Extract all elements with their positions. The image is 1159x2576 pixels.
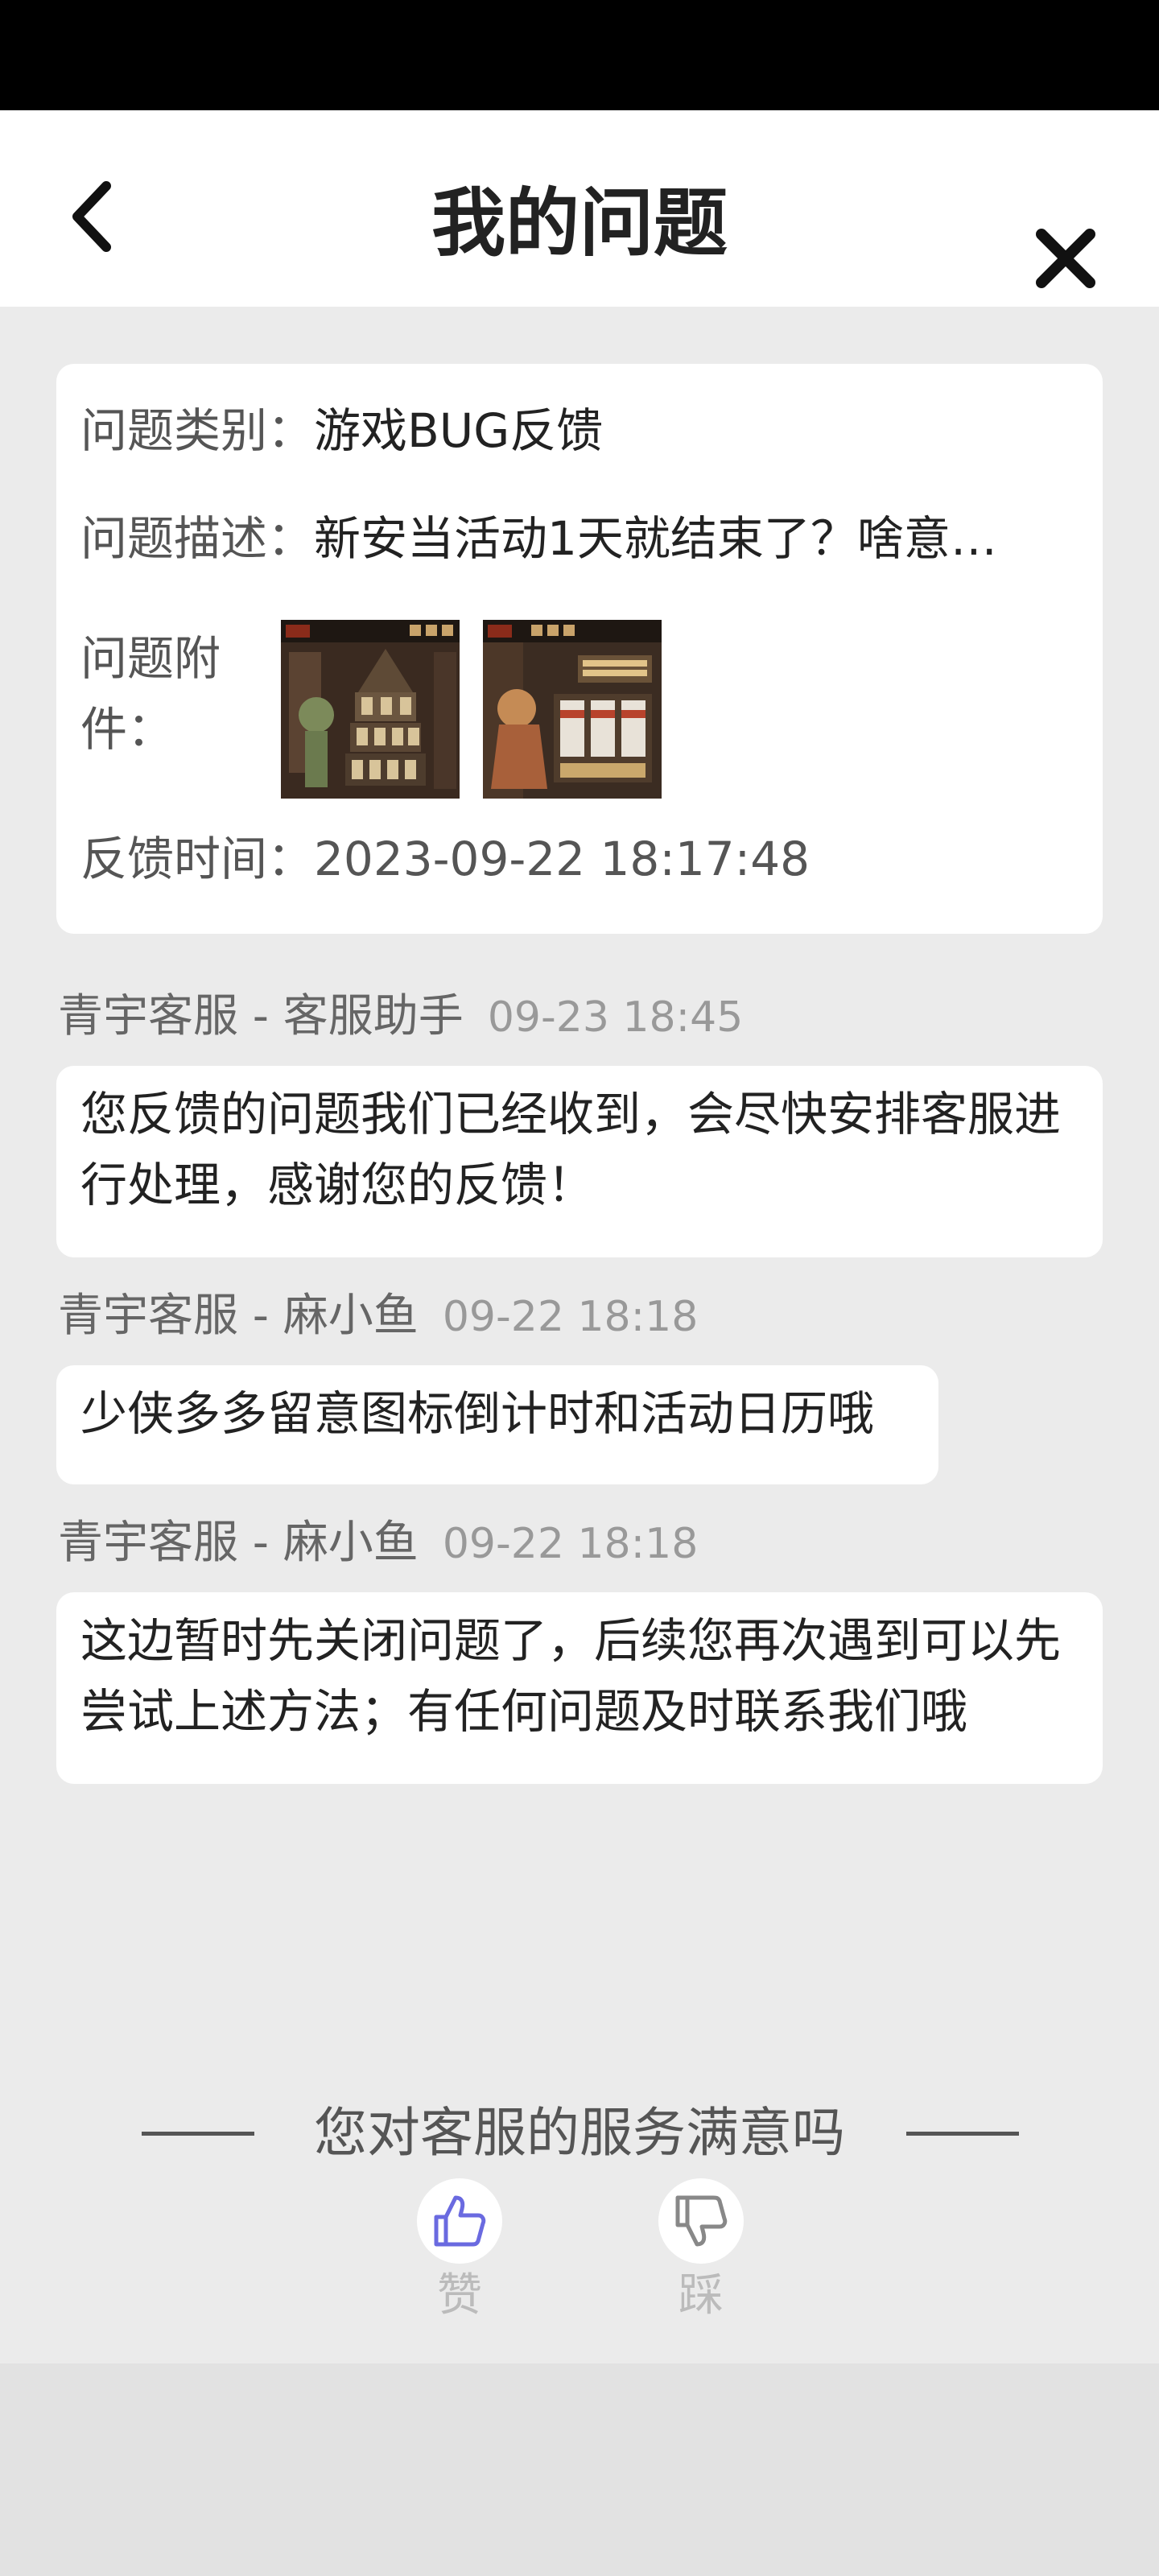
time-row: 反馈时间：2023-09-22 18:17:48 — [80, 831, 810, 887]
message-text: 少侠多多留意图标倒计时和活动日历哦 — [80, 1386, 875, 1441]
message-meta: 青宇客服 - 麻小鱼 09-22 18:18 — [58, 1288, 698, 1345]
message-text: 您反馈的问题我们已经收到，会尽快安排客服进行处理，感谢您的反馈！ — [80, 1087, 1062, 1212]
dislike-label: 踩 — [678, 2269, 724, 2322]
thumbs-up-icon — [434, 2195, 486, 2247]
category-label: 问题类别： — [80, 403, 315, 458]
message-bubble: 您反馈的问题我们已经收到，会尽快安排客服进行处理，感谢您的反馈！ — [56, 1066, 1103, 1257]
status-bar — [0, 0, 1159, 110]
issue-card: 问题类别：游戏BUG反馈 问题描述：新安当活动1天就结束了？啥意… 问题附件： — [56, 364, 1103, 934]
time-label: 反馈时间： — [80, 832, 315, 886]
dislike-button[interactable] — [658, 2178, 744, 2264]
satisfaction-survey: 您对客服的服务满意吗 — [0, 2093, 1159, 2174]
attachment-label: 问题附件： — [80, 631, 221, 757]
thumbs-down-icon — [675, 2195, 728, 2247]
close-button[interactable] — [1030, 223, 1101, 294]
attachment-thumbnail[interactable] — [483, 620, 662, 799]
category-value: 游戏BUG反馈 — [314, 403, 604, 458]
message-time: 09-22 18:18 — [442, 1293, 699, 1341]
category-row: 问题类别：游戏BUG反馈 — [80, 402, 603, 459]
message-sender: 青宇客服 - 麻小鱼 — [58, 1517, 419, 1569]
attachment-image — [483, 620, 662, 799]
description-row: 问题描述：新安当活动1天就结束了？啥意… — [80, 510, 997, 567]
description-label: 问题描述： — [80, 511, 315, 566]
message-time: 09-22 18:18 — [442, 1520, 699, 1568]
time-value: 2023-09-22 18:17:48 — [314, 832, 810, 886]
message-text: 这边暂时先关闭问题了，后续您再次遇到可以先尝试上述方法；有任何问题及时联系我们哦 — [80, 1613, 1062, 1739]
message-bubble: 这边暂时先关闭问题了，后续您再次遇到可以先尝试上述方法；有任何问题及时联系我们哦 — [56, 1592, 1103, 1784]
description-value: 新安当活动1天就结束了？啥意… — [314, 511, 997, 566]
like-label: 赞 — [437, 2269, 482, 2322]
message-time: 09-23 18:45 — [487, 993, 744, 1042]
page-title: 我的问题 — [431, 180, 728, 266]
divider-line — [906, 2132, 1019, 2136]
like-button[interactable] — [417, 2178, 502, 2264]
message-bubble: 少侠多多留意图标倒计时和活动日历哦 — [56, 1365, 938, 1484]
message-meta: 青宇客服 - 麻小鱼 09-22 18:18 — [58, 1515, 698, 1572]
bottom-area — [0, 2363, 1159, 2576]
message-meta: 青宇客服 - 客服助手 09-23 18:45 — [58, 989, 743, 1046]
message-sender: 青宇客服 - 麻小鱼 — [58, 1290, 419, 1342]
close-icon — [1036, 229, 1095, 288]
message-sender: 青宇客服 - 客服助手 — [58, 990, 464, 1042]
attachment-thumbnail[interactable] — [281, 620, 460, 799]
attachment-image — [281, 620, 460, 799]
top-bar: 我的问题 — [0, 110, 1159, 307]
